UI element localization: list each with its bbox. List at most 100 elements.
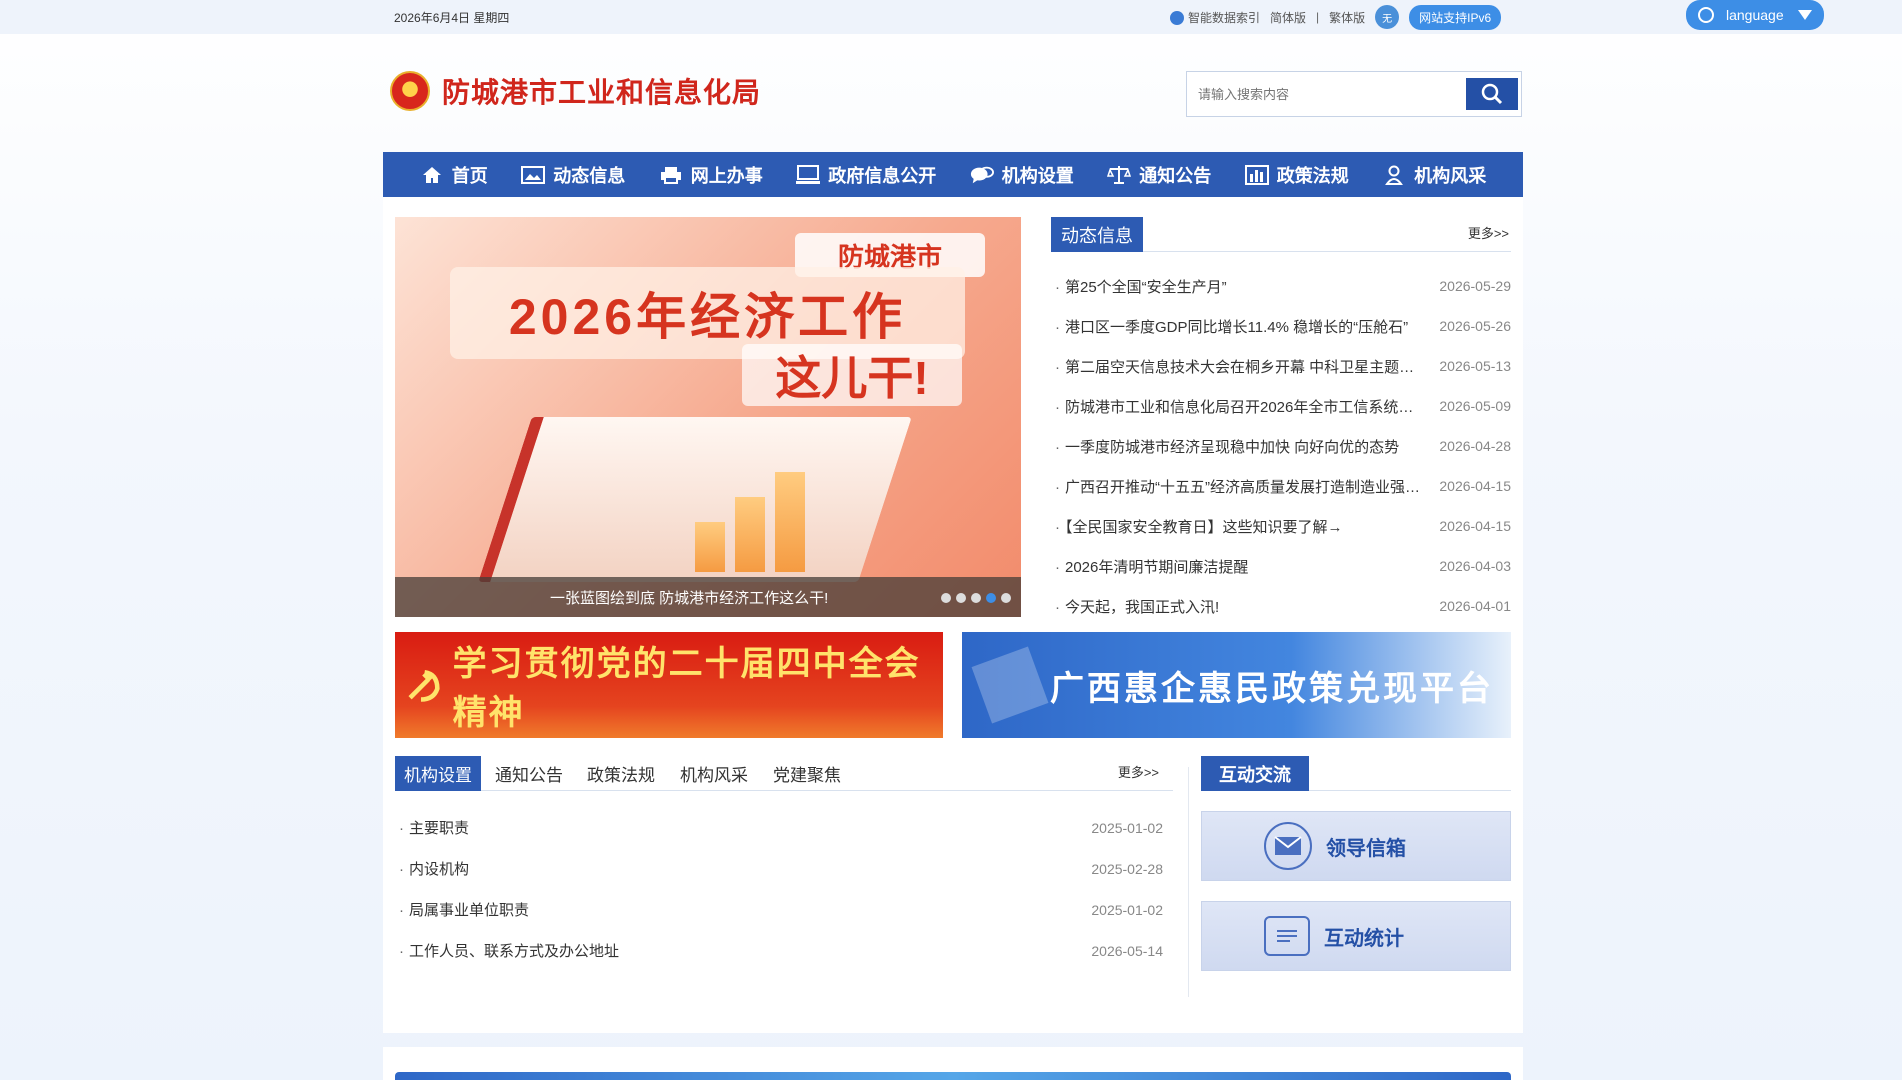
- news-date: 2026-04-03: [1439, 558, 1511, 574]
- list-item[interactable]: 工作人员、联系方式及办公地址 2026-05-14: [395, 930, 1173, 971]
- news-date: 2026-04-15: [1439, 478, 1511, 494]
- nav-policies[interactable]: 政策法规: [1244, 162, 1349, 188]
- tab-org-style[interactable]: 机构风采: [680, 756, 748, 791]
- language-dropdown[interactable]: language: [1686, 0, 1824, 30]
- illustration-bar: [775, 472, 805, 572]
- news-item[interactable]: 防城港市工业和信息化局召开2026年全市工信系统工作会议 2026-05-09: [1051, 386, 1511, 426]
- accessibility-icon[interactable]: 无: [1375, 5, 1400, 29]
- news-title[interactable]: 防城港市工业和信息化局召开2026年全市工信系统工作会议: [1051, 396, 1423, 417]
- ipv6-badge: 网站支持IPv6: [1409, 4, 1502, 30]
- news-item[interactable]: 今天起，我国正式入汛! 2026-04-01: [1051, 586, 1511, 626]
- index-icon: [1170, 11, 1184, 26]
- nav-label: 首页: [451, 165, 488, 186]
- search-input[interactable]: [1190, 75, 1466, 113]
- news-carousel[interactable]: 防城港市 2026年经济工作 这儿干! 一张蓝图绘到底 防城港市经济工作这么干!: [395, 217, 1021, 617]
- bar-chart-icon: [1244, 164, 1269, 185]
- carousel-dot[interactable]: [1001, 593, 1011, 603]
- tab-party-building[interactable]: 党建聚焦: [773, 756, 841, 791]
- news-title[interactable]: 【全民国家安全教育日】这些知识要了解→: [1051, 516, 1423, 537]
- tab-interaction[interactable]: 互动交流: [1201, 756, 1309, 791]
- carousel-dot-active[interactable]: [986, 593, 996, 603]
- list-item[interactable]: 局属事业单位职责 2025-01-02: [395, 889, 1173, 930]
- site-header: 防城港市工业和信息化局: [390, 66, 761, 116]
- news-item[interactable]: 【全民国家安全教育日】这些知识要了解→ 2026-04-15: [1051, 506, 1511, 546]
- carousel-caption[interactable]: 一张蓝图绘到底 防城港市经济工作这么干!: [395, 577, 1021, 617]
- party-study-banner[interactable]: 学习贯彻党的二十届四中全会精神: [395, 632, 943, 738]
- list-item-title[interactable]: 局属事业单位职责: [395, 899, 1073, 920]
- chat-icon: [970, 165, 994, 185]
- nav-label: 政策法规: [1276, 165, 1349, 186]
- news-date: 2026-04-01: [1439, 598, 1511, 614]
- simplified-link[interactable]: 简体版: [1270, 9, 1306, 26]
- growth-bars-illustration: [695, 452, 845, 572]
- carousel-dot[interactable]: [941, 593, 951, 603]
- list-item-title[interactable]: 内设机构: [395, 858, 1073, 879]
- news-title[interactable]: 今天起，我国正式入汛!: [1051, 596, 1423, 617]
- news-item[interactable]: 一季度防城港市经济呈现稳中加快 向好向优的态势 2026-04-28: [1051, 426, 1511, 466]
- news-title[interactable]: 广西召开推动“十五五”经济高质量发展打造制造业强区会议: [1051, 476, 1423, 497]
- separator: |: [1316, 10, 1320, 24]
- carousel-dot[interactable]: [956, 593, 966, 603]
- nav-dynamic-info[interactable]: 动态信息: [521, 162, 625, 188]
- main-content: 防城港市 2026年经济工作 这儿干! 一张蓝图绘到底 防城港市经济工作这么干!…: [383, 197, 1523, 1033]
- tab-policies[interactable]: 政策法规: [587, 756, 655, 791]
- category-tabs: 机构设置 通知公告 政策法规 机构风采 党建聚焦 更多>>: [395, 756, 1173, 791]
- news-title[interactable]: 第25个全国“安全生产月”: [1051, 276, 1423, 297]
- list-item-date: 2025-02-28: [1091, 860, 1163, 877]
- tab-notices[interactable]: 通知公告: [495, 756, 563, 791]
- news-item[interactable]: 2026年清明节期间廉洁提醒 2026-04-03: [1051, 546, 1511, 586]
- leader-mailbox-button[interactable]: 领导信箱: [1201, 811, 1511, 881]
- news-item[interactable]: 第25个全国“安全生产月” 2026-05-29: [1051, 266, 1511, 306]
- interaction-section: 互动交流 领导信箱 互动统计: [1201, 756, 1511, 971]
- news-item[interactable]: 广西召开推动“十五五”经济高质量发展打造制造业强区会议 2026-04-15: [1051, 466, 1511, 506]
- list-item-date: 2025-01-02: [1091, 901, 1163, 918]
- news-date: 2026-05-09: [1439, 398, 1511, 414]
- dynamic-news-section: 动态信息 更多>> 第25个全国“安全生产月” 2026-05-29 港口区一季度G…: [1051, 217, 1511, 626]
- interaction-stats-button[interactable]: 互动统计: [1201, 901, 1511, 971]
- nav-gov-info[interactable]: 政府信息公开: [796, 162, 936, 188]
- list-item-title[interactable]: 工作人员、联系方式及办公地址: [395, 940, 1073, 961]
- current-date: 2026年6月4日 星期四: [394, 11, 510, 25]
- list-item[interactable]: 主要职责 2025-01-02: [395, 807, 1173, 848]
- news-item[interactable]: 第二届空天信息技术大会在桐乡开幕 中科卫星主题展亮相 2026-05-13: [1051, 346, 1511, 386]
- news-item[interactable]: 港口区一季度GDP同比增长11.4% 稳增长的“压舱石” 2026-05-26: [1051, 306, 1511, 346]
- search-button[interactable]: [1466, 78, 1518, 110]
- news-date: 2026-05-26: [1439, 318, 1511, 334]
- section-header: 动态信息 更多>>: [1051, 217, 1511, 252]
- nav-org-style[interactable]: 机构风采: [1382, 162, 1486, 188]
- traditional-link[interactable]: 繁体版: [1329, 9, 1365, 26]
- message-icon: [1264, 916, 1310, 956]
- list-item-date: 2026-05-14: [1091, 942, 1163, 959]
- site-title[interactable]: 防城港市工业和信息化局: [442, 71, 761, 111]
- news-list: 第25个全国“安全生产月” 2026-05-29 港口区一季度GDP同比增长11.4…: [1051, 266, 1511, 626]
- main-nav: 首页 动态信息 网上办事 政府信息公开 机构设置 通知公告 政策法规 机构风采: [383, 152, 1523, 197]
- tab-org-setup[interactable]: 机构设置: [395, 756, 481, 791]
- tab-dynamic-info[interactable]: 动态信息: [1051, 217, 1143, 252]
- search-box: [1186, 71, 1522, 117]
- globe-icon: [1698, 7, 1714, 23]
- smart-index-link[interactable]: 智能数据索引: [1170, 9, 1260, 26]
- news-title[interactable]: 港口区一季度GDP同比增长11.4% 稳增长的“压舱石”: [1051, 316, 1423, 337]
- home-icon: [420, 165, 444, 185]
- news-title[interactable]: 2026年清明节期间廉洁提醒: [1051, 556, 1423, 577]
- footer-strip: [383, 1047, 1523, 1080]
- nav-label: 机构风采: [1414, 165, 1487, 186]
- illustration-bar: [735, 497, 765, 572]
- nav-notices[interactable]: 通知公告: [1107, 162, 1211, 188]
- list-item-title[interactable]: 主要职责: [395, 817, 1073, 838]
- news-title[interactable]: 第二届空天信息技术大会在桐乡开幕 中科卫星主题展亮相: [1051, 356, 1423, 377]
- section-header: 互动交流: [1201, 756, 1511, 791]
- list-item[interactable]: 内设机构 2025-02-28: [395, 848, 1173, 889]
- news-date: 2026-04-15: [1439, 518, 1511, 534]
- more-link[interactable]: 更多>>: [1118, 762, 1159, 781]
- more-link[interactable]: 更多>>: [1468, 223, 1509, 242]
- carousel-dot[interactable]: [971, 593, 981, 603]
- nav-org-setup[interactable]: 机构设置: [970, 162, 1074, 188]
- news-title[interactable]: 一季度防城港市经济呈现稳中加快 向好向优的态势: [1051, 436, 1423, 457]
- nav-home[interactable]: 首页: [420, 162, 488, 188]
- nav-online-service[interactable]: 网上办事: [659, 162, 763, 188]
- scale-icon: [1107, 165, 1132, 185]
- search-icon: [1481, 83, 1503, 105]
- policy-platform-banner[interactable]: 广西惠企惠民政策兑现平台: [962, 632, 1511, 738]
- nav-label: 动态信息: [553, 165, 626, 186]
